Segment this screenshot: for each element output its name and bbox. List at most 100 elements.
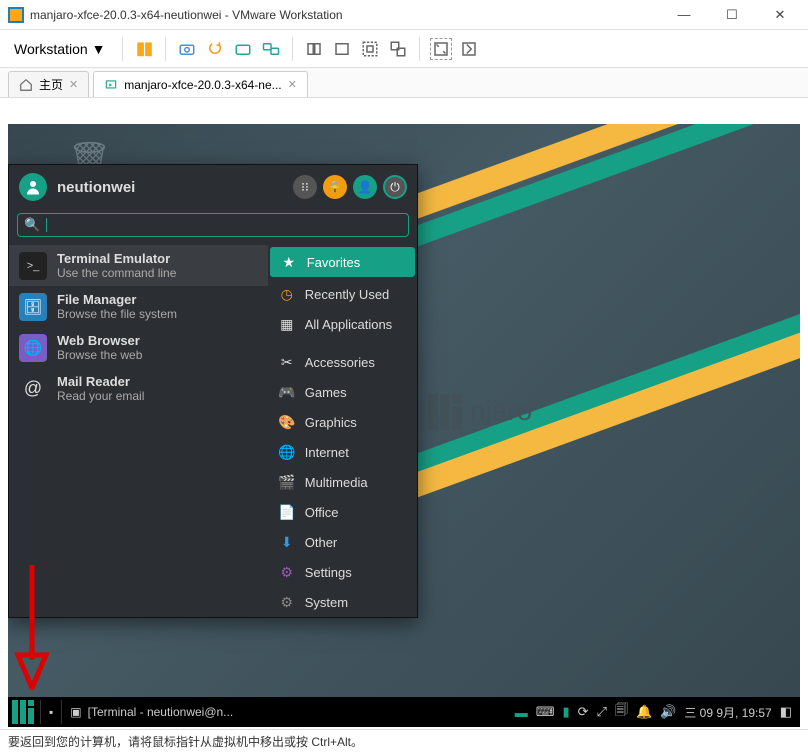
clock-label[interactable]: 三 09 9月, 19:57	[684, 704, 771, 721]
app-desc: Browse the web	[57, 348, 142, 362]
tray-network-icon[interactable]: ⤢	[597, 704, 607, 720]
system-icon: ⚙	[278, 593, 296, 611]
app-terminal-emulator[interactable]: >_ Terminal Emulator Use the command lin…	[9, 245, 268, 286]
whisker-menu-button[interactable]	[12, 700, 36, 724]
category-graphics[interactable]: 🎨Graphics	[268, 407, 417, 437]
internet-icon: 🌐	[278, 443, 296, 461]
category-list: ★Favorites ◷Recently Used ▦All Applicati…	[268, 245, 417, 617]
category-all-applications[interactable]: ▦All Applications	[268, 309, 417, 339]
show-desktop-button[interactable]: ▪	[40, 700, 61, 724]
window-controls: — ☐ ✕	[670, 5, 794, 25]
snapshot-revert-icon[interactable]	[204, 38, 226, 60]
workspace-switcher[interactable]: ▬	[515, 705, 528, 720]
app-desc: Read your email	[57, 389, 144, 403]
accessories-icon: ✂	[278, 353, 296, 371]
keyboard-icon[interactable]: ⌨	[536, 704, 555, 720]
office-icon: 📄	[278, 503, 296, 521]
close-button[interactable]: ✕	[766, 5, 794, 25]
whisker-menu: neutionwei ⁝⁝ 🔒 👤 ⏻ 🔍 >_ Terminal Emulat…	[8, 164, 418, 618]
category-multimedia[interactable]: 🎬Multimedia	[268, 467, 417, 497]
category-settings[interactable]: ⚙Settings	[268, 557, 417, 587]
category-favorites[interactable]: ★Favorites	[270, 247, 415, 277]
star-icon: ★	[280, 253, 298, 271]
view-single-icon[interactable]	[303, 38, 325, 60]
taskbar-terminal[interactable]: ▣ [Terminal - neutionwei@n...	[61, 700, 241, 724]
lock-screen-button[interactable]: 🔒	[323, 175, 347, 199]
category-office[interactable]: 📄Office	[268, 497, 417, 527]
fullscreen-icon[interactable]	[359, 38, 381, 60]
tray-notification-icon[interactable]: 🔔	[636, 704, 652, 720]
grid-icon: ▦	[278, 315, 296, 333]
settings-icon: ⚙	[278, 563, 296, 581]
guest-display[interactable]: 🗑 njaro neutionwei ⁝⁝ 🔒 👤 ⏻ 🔍	[8, 124, 800, 727]
app-file-manager[interactable]: 🗄 File Manager Browse the file system	[9, 286, 268, 327]
globe-icon: 🌐	[19, 334, 47, 362]
category-internet[interactable]: 🌐Internet	[268, 437, 417, 467]
app-web-browser[interactable]: 🌐 Web Browser Browse the web	[9, 327, 268, 368]
statusbar-text: 要返回到您的计算机，请将鼠标指针从虚拟机中移出或按 Ctrl+Alt。	[8, 733, 363, 750]
tab-home-close[interactable]: ✕	[69, 78, 78, 91]
snapshot-icon[interactable]	[176, 38, 198, 60]
tray-clipboard-icon[interactable]: 🗐	[615, 701, 628, 723]
maximize-button[interactable]: ☐	[718, 5, 746, 25]
games-icon: 🎮	[278, 383, 296, 401]
tab-bar: 主页 ✕ manjaro-xfce-20.0.3-x64-ne... ✕	[0, 68, 808, 98]
manjaro-text: njaro	[470, 395, 532, 427]
window-title: manjaro-xfce-20.0.3-x64-neutionwei - VMw…	[30, 8, 670, 22]
vmware-statusbar: 要返回到您的计算机，请将鼠标指针从虚拟机中移出或按 Ctrl+Alt。	[0, 729, 808, 753]
other-icon: ⬇	[278, 533, 296, 551]
minimize-button[interactable]: —	[670, 5, 698, 25]
user-avatar-icon[interactable]	[19, 173, 47, 201]
vm-icon	[104, 78, 118, 92]
terminal-task-icon: ▣	[70, 705, 81, 719]
category-recently-used[interactable]: ◷Recently Used	[268, 279, 417, 309]
tab-vm-label: manjaro-xfce-20.0.3-x64-ne...	[124, 78, 281, 92]
favorites-list: >_ Terminal Emulator Use the command lin…	[9, 245, 268, 617]
xfce-taskbar: ▪ ▣ [Terminal - neutionwei@n... ▬ ⌨ ▮ ⟳ …	[8, 697, 800, 727]
app-name: Terminal Emulator	[57, 251, 176, 266]
tab-vm[interactable]: manjaro-xfce-20.0.3-x64-ne... ✕	[93, 71, 308, 97]
tray-update-icon[interactable]: ⟳	[578, 704, 589, 720]
taskbar-task-label: [Terminal - neutionwei@n...	[88, 705, 234, 719]
fit-guest-icon[interactable]	[458, 38, 480, 60]
app-desc: Browse the file system	[57, 307, 177, 321]
category-other[interactable]: ⬇Other	[268, 527, 417, 557]
file-manager-icon: 🗄	[19, 293, 47, 321]
view-console-icon[interactable]	[331, 38, 353, 60]
vmware-toolbar: Workstation▼ ▮▮	[0, 30, 808, 68]
category-system[interactable]: ⚙System	[268, 587, 417, 617]
logout-button[interactable]: ⏻	[383, 175, 407, 199]
search-icon: 🔍	[24, 217, 40, 233]
tab-home-label: 主页	[39, 76, 63, 93]
app-name: Web Browser	[57, 333, 142, 348]
window-titlebar: manjaro-xfce-20.0.3-x64-neutionwei - VMw…	[0, 0, 808, 30]
menu-header: neutionwei ⁝⁝ 🔒 👤 ⏻	[9, 165, 417, 209]
snapshot-manager-icon[interactable]	[260, 38, 282, 60]
mail-icon: @	[19, 375, 47, 403]
manjaro-watermark: njaro	[428, 394, 532, 428]
tab-vm-close[interactable]: ✕	[288, 78, 297, 91]
unity-icon[interactable]	[387, 38, 409, 60]
search-box[interactable]: 🔍	[17, 213, 409, 237]
app-mail-reader[interactable]: @ Mail Reader Read your email	[9, 368, 268, 409]
category-games[interactable]: 🎮Games	[268, 377, 417, 407]
search-input[interactable]	[53, 218, 402, 233]
terminal-icon: >_	[19, 252, 47, 280]
username-label: neutionwei	[57, 179, 283, 196]
app-name: File Manager	[57, 292, 177, 307]
tray-volume-icon[interactable]: 🔊	[660, 704, 676, 720]
tab-home[interactable]: 主页 ✕	[8, 71, 89, 97]
switch-user-button[interactable]: 👤	[353, 175, 377, 199]
vmware-logo-icon	[8, 7, 24, 23]
manjaro-mark-icon	[428, 394, 462, 428]
settings-manager-button[interactable]: ⁝⁝	[293, 175, 317, 199]
app-desc: Use the command line	[57, 266, 176, 280]
tray-power-icon[interactable]: ◧	[780, 704, 792, 720]
category-accessories[interactable]: ✂Accessories	[268, 347, 417, 377]
pause-icon[interactable]: ▮▮	[133, 38, 155, 60]
stretch-guest-icon[interactable]	[430, 38, 452, 60]
tray-battery-icon[interactable]: ▮	[562, 704, 569, 720]
workstation-menu[interactable]: Workstation▼	[8, 37, 112, 61]
text-caret	[46, 218, 47, 232]
snapshot-manage-icon[interactable]	[232, 38, 254, 60]
